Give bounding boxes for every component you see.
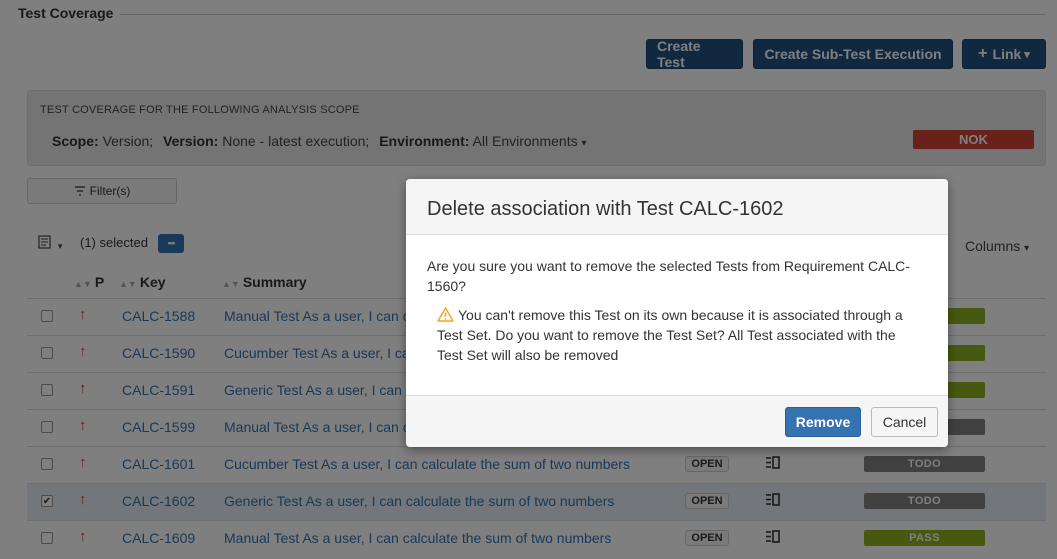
cancel-button[interactable]: Cancel xyxy=(871,407,938,437)
test-coverage-page: Test Coverage Create Test Create Sub-Tes… xyxy=(0,0,1057,559)
warning-text: You can't remove this Test on its own be… xyxy=(437,307,903,363)
delete-association-dialog: Delete association with Test CALC-1602 A… xyxy=(406,179,948,447)
warning-icon xyxy=(437,307,454,322)
dialog-footer: Remove Cancel xyxy=(406,395,948,447)
dialog-warning: You can't remove this Test on its own be… xyxy=(437,305,917,365)
remove-button[interactable]: Remove xyxy=(785,407,861,437)
dialog-header: Delete association with Test CALC-1602 xyxy=(406,179,948,235)
dialog-message: Are you sure you want to remove the sele… xyxy=(427,258,910,294)
dialog-title: Delete association with Test CALC-1602 xyxy=(427,198,784,220)
